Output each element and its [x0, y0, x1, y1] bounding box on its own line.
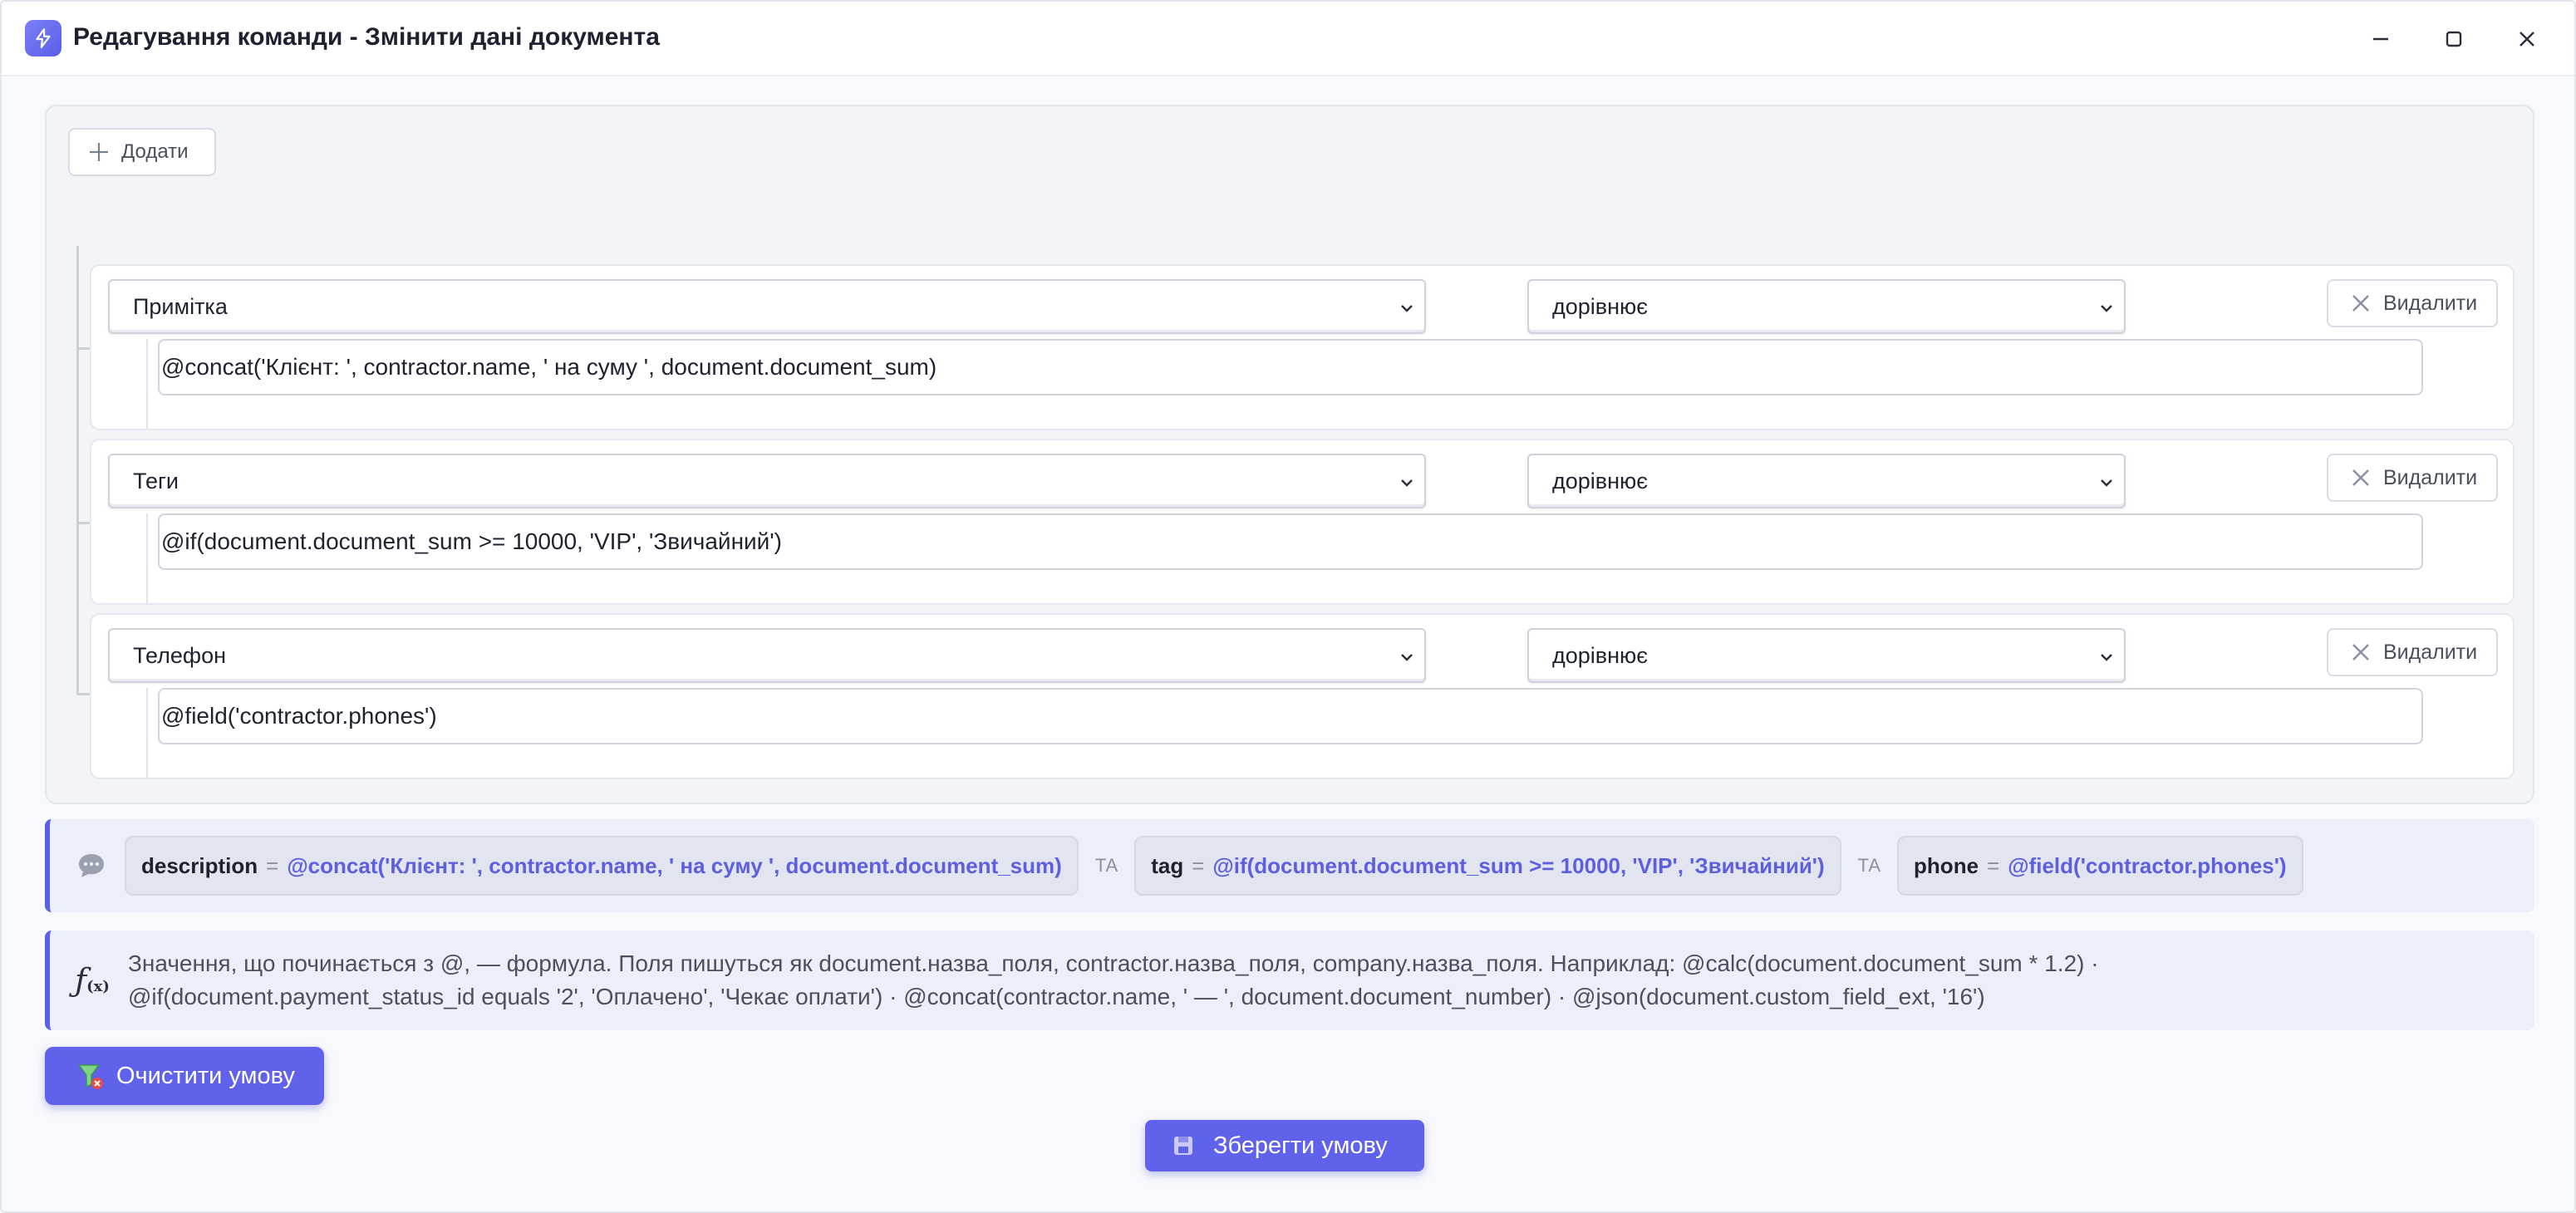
summary-chip: description = @concat('Клієнт: ', contra… — [125, 836, 1079, 896]
summary-chip: tag = @if(document.document_sum >= 10000… — [1134, 836, 1841, 896]
rule-row: Теги дорівнює Видалити @if(document.docu… — [90, 439, 2515, 605]
close-icon — [2350, 641, 2372, 663]
save-condition-label: Зберегти умову — [1213, 1132, 1388, 1159]
plus-icon — [88, 141, 110, 163]
save-condition-button[interactable]: Зберегти умову — [1145, 1120, 1424, 1171]
value-input[interactable]: @field('contractor.phones') — [158, 688, 2423, 744]
delete-rule-label: Видалити — [2383, 465, 2478, 489]
operator-select-value: дорівнює — [1552, 468, 1649, 494]
maximize-icon — [2446, 31, 2462, 47]
field-select-value: Теги — [133, 468, 179, 494]
clear-condition-label: Очистити умову — [116, 1062, 295, 1089]
condition-summary: description = @concat('Клієнт: ', contra… — [45, 819, 2534, 912]
summary-eq: = — [1192, 852, 1205, 878]
operator-select[interactable]: дорівнює — [1527, 454, 2126, 508]
value-indent — [146, 513, 148, 603]
value-indent — [146, 688, 148, 778]
summary-eq: = — [266, 852, 279, 878]
summary-eq: = — [1987, 852, 2000, 878]
add-rule-label: Додати — [121, 140, 189, 163]
summary-conjunction: ТА — [1094, 855, 1118, 876]
function-icon-glyph: ƒ — [75, 962, 87, 999]
value-input[interactable]: @concat('Клієнт: ', contractor.name, ' н… — [158, 339, 2423, 395]
field-select[interactable]: Телефон — [108, 628, 1426, 683]
rule-row: Примітка дорівнює Видалити @concat('Кліє… — [90, 264, 2515, 430]
window-title: Редагування команди - Змінити дані докум… — [73, 23, 660, 51]
clear-condition-button[interactable]: Очистити умову — [45, 1047, 324, 1105]
summary-value: @concat('Клієнт: ', contractor.name, ' н… — [287, 852, 1062, 878]
chevron-down-icon — [1398, 474, 1416, 492]
function-icon-sub: (x) — [86, 978, 110, 995]
close-icon — [2350, 292, 2372, 314]
title-bar: Редагування команди - Змінити дані докум… — [2, 2, 2574, 76]
operator-select[interactable]: дорівнює — [1527, 279, 2126, 334]
formula-help: ƒ(x) Значення, що починається з @, — фор… — [45, 931, 2534, 1030]
chevron-down-icon — [1398, 299, 1416, 317]
chat-bubble-icon — [76, 851, 106, 881]
function-icon: ƒ(x) — [75, 962, 110, 999]
close-icon — [2519, 32, 2534, 47]
rule-row: Телефон дорівнює Видалити @field('contra… — [90, 613, 2515, 779]
maximize-button[interactable] — [2435, 20, 2473, 58]
add-rule-button[interactable]: Додати — [68, 128, 216, 176]
field-select[interactable]: Теги — [108, 454, 1426, 508]
floppy-disk-icon — [1172, 1134, 1195, 1157]
close-icon — [2350, 467, 2372, 489]
summary-value: @if(document.document_sum >= 10000, 'VIP… — [1212, 852, 1825, 878]
tree-connector — [76, 246, 79, 695]
delete-rule-button[interactable]: Видалити — [2327, 279, 2498, 327]
chevron-down-icon — [2097, 648, 2116, 666]
delete-rule-label: Видалити — [2383, 291, 2478, 315]
operator-select-value: дорівнює — [1552, 293, 1649, 319]
summary-key: description — [141, 852, 258, 878]
close-button[interactable] — [2508, 20, 2546, 58]
filter-clear-icon — [76, 1062, 105, 1090]
help-line: Значення, що починається з @, — формула.… — [128, 950, 2099, 976]
delete-rule-button[interactable]: Видалити — [2327, 454, 2498, 502]
operator-select-value: дорівнює — [1552, 642, 1649, 668]
chevron-down-icon — [2097, 299, 2116, 317]
operator-select[interactable]: дорівнює — [1527, 628, 2126, 683]
delete-rule-button[interactable]: Видалити — [2327, 628, 2498, 676]
minimize-button[interactable] — [2362, 20, 2400, 58]
rules-panel: Додати Примітка дорівнює Видалити @conca… — [45, 105, 2534, 804]
chevron-down-icon — [2097, 474, 2116, 492]
field-select-value: Примітка — [133, 293, 228, 319]
lightning-icon — [25, 20, 61, 56]
value-indent — [146, 339, 148, 429]
summary-key: phone — [1914, 852, 1979, 878]
help-line: @if(document.payment_status_id equals '2… — [128, 984, 1985, 1009]
value-input[interactable]: @if(document.document_sum >= 10000, 'VIP… — [158, 513, 2423, 570]
help-text: Значення, що починається з @, — формула.… — [128, 947, 2505, 1014]
summary-value: @field('contractor.phones') — [2008, 852, 2287, 878]
minimize-icon — [2373, 37, 2388, 41]
field-select-value: Телефон — [133, 642, 227, 668]
editor-window: Редагування команди - Змінити дані докум… — [0, 0, 2576, 1213]
field-select[interactable]: Примітка — [108, 279, 1426, 334]
summary-chip: phone = @field('contractor.phones') — [1897, 836, 2303, 896]
summary-conjunction: ТА — [1857, 855, 1881, 876]
summary-key: tag — [1151, 852, 1184, 878]
delete-rule-label: Видалити — [2383, 640, 2478, 664]
chevron-down-icon — [1398, 648, 1416, 666]
